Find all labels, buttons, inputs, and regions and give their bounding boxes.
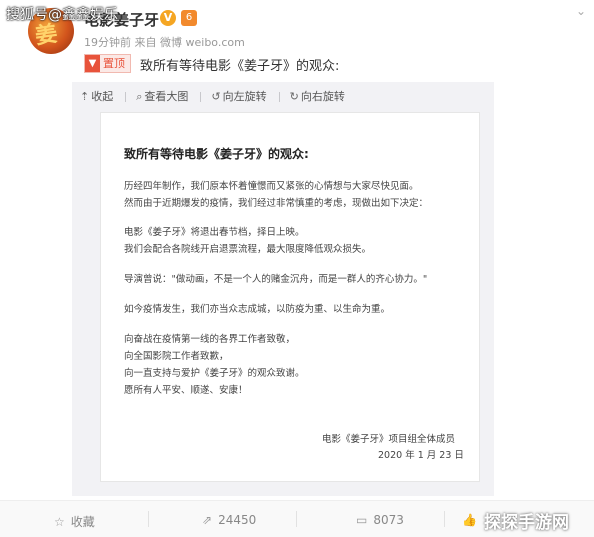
- search-icon: ⌕: [136, 90, 143, 103]
- toolbar-divider: [200, 92, 202, 102]
- source-watermark: 搜狐号@鑫鑫娱乐: [6, 7, 118, 23]
- rotate-left-button[interactable]: ↺ 向左旋转: [211, 88, 266, 104]
- letter-line: 电影《姜子牙》将退出春节档，择日上映。: [124, 227, 305, 238]
- post-text: 致所有等待电影《姜子牙》的观众:: [140, 59, 340, 74]
- letter-image[interactable]: [100, 112, 480, 482]
- collapse-button[interactable]: ⇡ 收起: [80, 88, 113, 104]
- view-large-label: 查看大图: [144, 90, 189, 103]
- repost-icon: ⇗: [202, 513, 213, 527]
- view-large-button[interactable]: ⌕ 查看大图: [136, 88, 188, 104]
- comment-button[interactable]: ▭ 8073: [356, 513, 404, 527]
- collapse-icon: ⇡: [80, 90, 90, 103]
- post-source[interactable]: 微博 weibo.com: [160, 36, 245, 49]
- rotate-left-label: 向左旋转: [222, 90, 267, 103]
- letter-line: 我们会配合各院线开启退票流程，最大限度降低观众损失。: [124, 244, 372, 255]
- letter-line: 愿所有人平安、顺遂、安康！: [124, 385, 248, 396]
- letter-title: 致所有等待电影《姜子牙》的观众:: [124, 147, 309, 161]
- pinned-badge: ▼ 置顶: [84, 54, 131, 73]
- letter-signature: 电影《姜子牙》项目组全体成员: [322, 434, 456, 445]
- letter-line: 向全国影院工作者致歉，: [124, 351, 229, 362]
- footer-divider: [148, 511, 149, 527]
- rank-icon: 6: [181, 10, 197, 26]
- letter-line: 向一直支持与爱护《姜子牙》的观众致谢。: [124, 368, 305, 379]
- favorite-label: 收藏: [70, 515, 95, 529]
- repost-count: 24450: [218, 513, 257, 527]
- post-from-label: 来自: [134, 36, 157, 49]
- letter-line: 如今疫情发生，我们亦当众志成城，以防疫为重、以生命为重。: [124, 304, 391, 315]
- rotate-left-icon: ↺: [211, 90, 221, 103]
- comment-icon: ▭: [356, 513, 368, 527]
- rotate-right-button[interactable]: ↻ 向右旋转: [290, 88, 345, 104]
- letter-line: 然而由于近期爆发的疫情，我们经过非常慎重的考虑，现做出如下决定：: [124, 198, 429, 209]
- like-button[interactable]: 👍: [462, 513, 483, 527]
- letter-line: 向奋战在疫情第一线的各界工作者致敬，: [124, 334, 296, 345]
- pin-icon: ▼: [85, 55, 100, 72]
- comment-count: 8073: [373, 513, 404, 527]
- favorite-button[interactable]: ☆ 收藏: [54, 513, 95, 530]
- letter-line: 历经四年制作，我们原本怀着憧憬而又紧张的心情想与大家尽快见面。: [124, 181, 419, 192]
- repost-button[interactable]: ⇗ 24450: [202, 513, 256, 527]
- letter-date: 2020 年 1 月 23 日: [378, 450, 464, 461]
- chevron-down-icon[interactable]: ⌄: [576, 4, 586, 18]
- footer-divider: [296, 511, 297, 527]
- rotate-right-icon: ↻: [289, 90, 299, 103]
- media-toolbar: ⇡ 收起 ⌕ 查看大图 ↺ 向左旋转 ↻ 向右旋转: [80, 88, 480, 104]
- collapse-label: 收起: [91, 90, 114, 103]
- thumbs-up-icon: 👍: [462, 513, 477, 527]
- star-icon: ☆: [54, 515, 65, 529]
- pinned-label: 置顶: [103, 57, 125, 70]
- verified-icon: V: [160, 10, 176, 26]
- letter-line: 导演曾说："做动画，不是一个人的赌金沉舟，而是一群人的齐心协力。": [124, 274, 428, 285]
- toolbar-divider: [278, 92, 280, 102]
- footer-divider: [444, 511, 445, 527]
- site-watermark: 探探手游网: [484, 513, 569, 533]
- rotate-right-label: 向右旋转: [300, 90, 345, 103]
- toolbar-divider: [125, 92, 127, 102]
- post-time[interactable]: 19分钟前: [84, 36, 131, 49]
- post-meta: 19分钟前 来自 微博 weibo.com: [84, 34, 245, 50]
